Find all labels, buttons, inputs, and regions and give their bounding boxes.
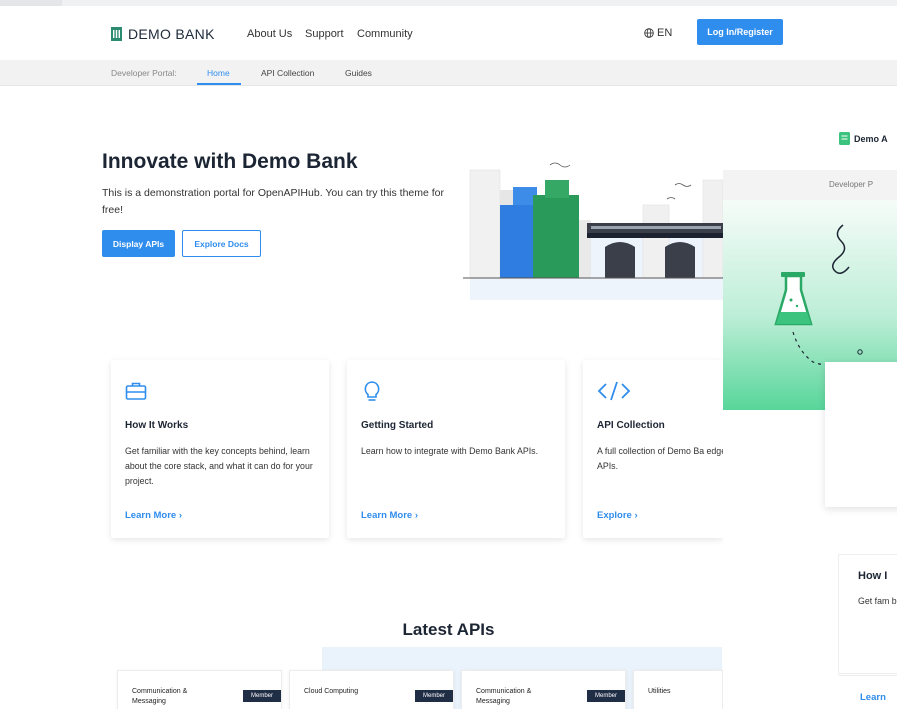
subnav-item-home[interactable]: Home bbox=[207, 68, 230, 78]
card-getting-started[interactable]: Getting Started Learn how to integrate w… bbox=[347, 360, 565, 538]
code-icon bbox=[597, 381, 631, 401]
briefcase-icon bbox=[125, 382, 147, 400]
learn-more-link[interactable]: Learn More › bbox=[361, 510, 418, 521]
nav-support[interactable]: Support bbox=[305, 28, 344, 40]
overlay-brand-logo[interactable]: Demo A bbox=[839, 132, 888, 145]
subnav-label: Developer Portal: bbox=[111, 68, 177, 78]
api-card[interactable]: Cloud Computing Member bbox=[289, 670, 454, 709]
overlay-section-title: How I bbox=[858, 570, 888, 582]
explore-link[interactable]: Explore › bbox=[597, 510, 638, 521]
card-text: Learn how to integrate with Demo Bank AP… bbox=[361, 446, 539, 456]
explore-docs-button[interactable]: Explore Docs bbox=[182, 230, 261, 257]
login-register-button[interactable]: Log In/Register bbox=[697, 19, 783, 45]
card-title: Getting Started bbox=[361, 420, 434, 431]
brand-name: DEMO BANK bbox=[128, 26, 215, 42]
api-category: Communication & Messaging bbox=[132, 688, 188, 705]
overlay-subnav-label: Developer P bbox=[829, 180, 874, 189]
language-selector[interactable]: EN bbox=[644, 27, 672, 39]
overlay-section-text: Get fam behind, what it bbox=[858, 596, 897, 606]
card-title: How It Works bbox=[125, 420, 189, 431]
book-icon bbox=[839, 132, 850, 145]
api-card[interactable]: Communication & Messaging Member bbox=[117, 670, 282, 709]
site-header: DEMO BANK About Us Support Community EN … bbox=[0, 6, 897, 60]
api-card[interactable]: Utilities bbox=[633, 670, 723, 709]
brand-logo[interactable]: DEMO BANK bbox=[111, 26, 215, 42]
overlay-subnav: Developer P bbox=[723, 170, 897, 200]
api-category: Communication & Messaging bbox=[476, 688, 532, 705]
card-text: A full collection of Demo Ba edge APIs. bbox=[597, 446, 727, 471]
card-text: Get familiar with the key concepts behin… bbox=[125, 446, 313, 486]
learn-more-link[interactable]: Learn More › bbox=[125, 510, 182, 521]
overlay-learn-link[interactable]: Learn bbox=[860, 692, 886, 703]
subnav-item-guides[interactable]: Guides bbox=[345, 68, 372, 78]
globe-icon bbox=[644, 28, 654, 38]
nav-about-us[interactable]: About Us bbox=[247, 28, 292, 40]
member-badge: Member bbox=[243, 690, 281, 702]
bank-icon bbox=[111, 27, 122, 41]
hero-title: Innovate with Demo Bank bbox=[102, 150, 358, 173]
hero-subtitle: This is a demonstration portal for OpenA… bbox=[102, 187, 445, 216]
subnav-active-indicator bbox=[197, 83, 241, 85]
display-apis-button[interactable]: Display APIs bbox=[102, 230, 175, 257]
member-badge: Member bbox=[415, 690, 453, 702]
api-category: Cloud Computing bbox=[304, 688, 359, 695]
subnav-item-api-collection[interactable]: API Collection bbox=[261, 68, 314, 78]
city-illustration bbox=[463, 162, 723, 300]
overlay-screenshot-panel: Demo A Developer P How I Get fam behind,… bbox=[723, 104, 897, 709]
card-title: API Collection bbox=[597, 420, 665, 431]
member-badge: Member bbox=[587, 690, 625, 702]
nav-community[interactable]: Community bbox=[357, 28, 413, 40]
lightbulb-icon bbox=[364, 381, 380, 401]
api-card[interactable]: Communication & Messaging Member bbox=[461, 670, 626, 709]
language-label: EN bbox=[657, 27, 673, 39]
developer-portal-subnav: Developer Portal: Home API Collection Gu… bbox=[0, 60, 897, 86]
card-how-it-works[interactable]: How It Works Get familiar with the key c… bbox=[111, 360, 329, 538]
divider bbox=[838, 675, 897, 676]
overlay-brand-name: Demo A bbox=[854, 133, 888, 144]
card-api-collection[interactable]: API Collection A full collection of Demo… bbox=[583, 360, 726, 538]
overlay-card bbox=[825, 362, 897, 507]
